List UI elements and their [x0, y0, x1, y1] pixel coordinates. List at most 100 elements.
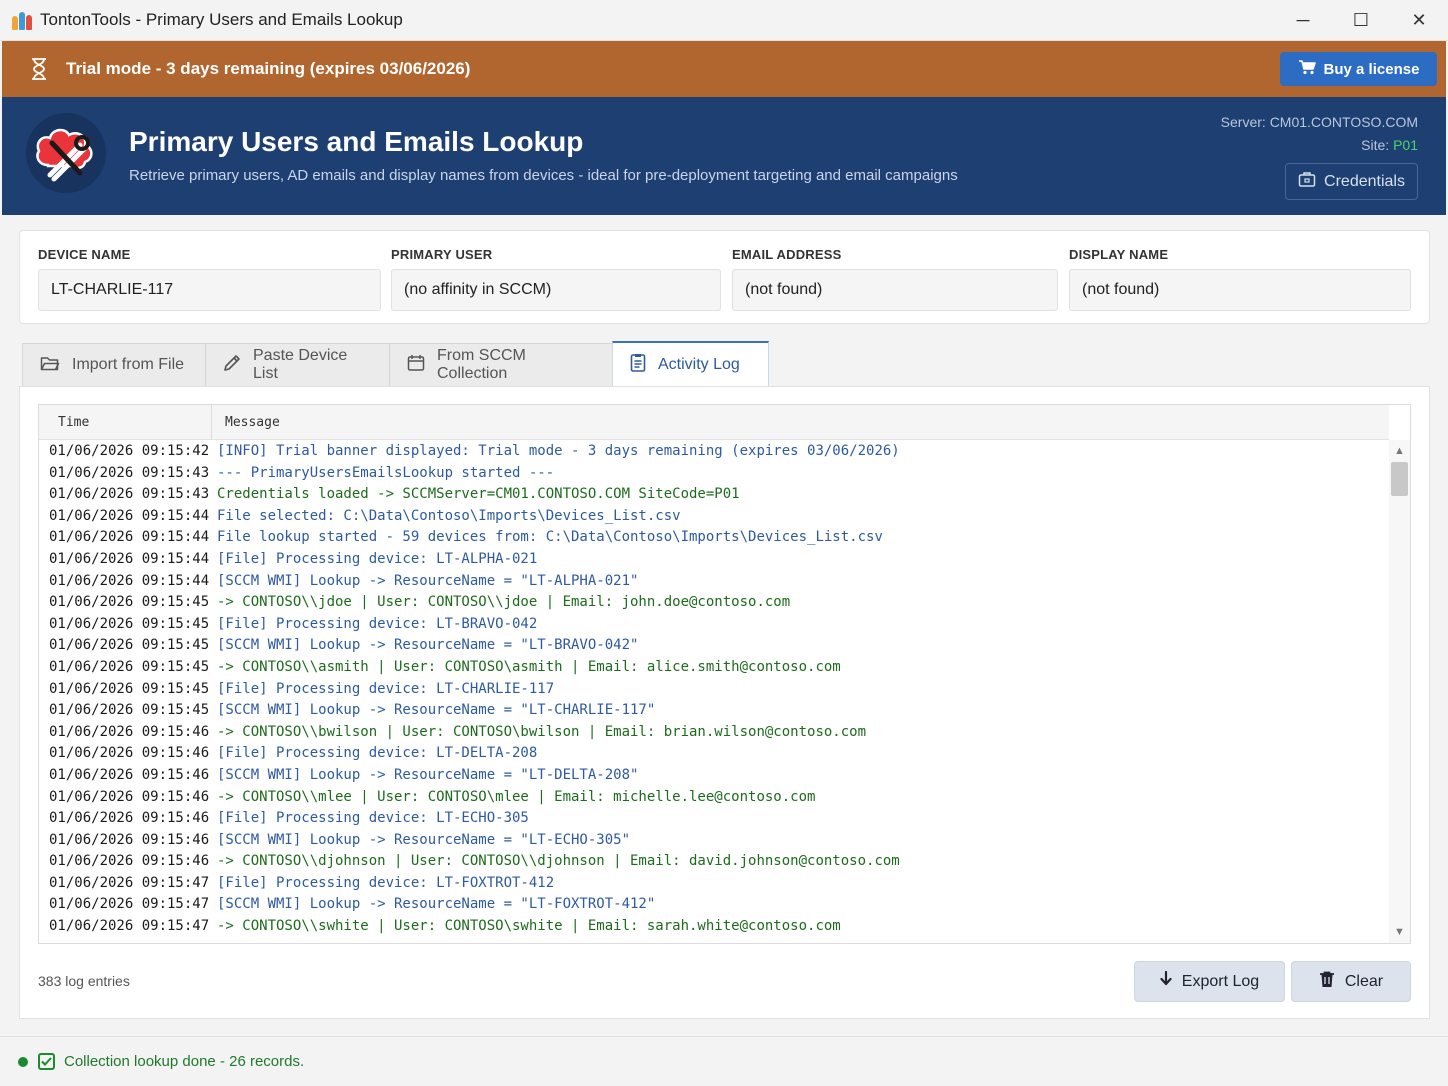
- log-message: -> CONTOSO\\swhite | User: CONTOSO\swhit…: [217, 918, 841, 935]
- trial-text: Trial mode - 3 days remaining (expires 0…: [66, 59, 471, 78]
- log-time: 01/06/2026 09:15:44: [49, 529, 210, 546]
- primary-user-value[interactable]: (no affinity in SCCM): [391, 269, 721, 311]
- page-subtitle: Retrieve primary users, AD emails and di…: [129, 167, 958, 184]
- log-row[interactable]: 01/06/2026 09:15:44 File lookup started -…: [39, 527, 1389, 549]
- log-message: [INFO] Trial banner displayed: Trial mod…: [217, 443, 900, 459]
- cart-icon: [1298, 59, 1316, 79]
- log-row[interactable]: 01/06/2026 09:15:42 [INFO] Trial banner d…: [39, 441, 1389, 463]
- log-time: 01/06/2026 09:15:44: [49, 507, 210, 524]
- log-row[interactable]: 01/06/2026 09:15:43 Credentials loaded ->…: [39, 484, 1389, 506]
- log-message: -> CONTOSO\\bwilson | User: CONTOSO\bwil…: [217, 723, 867, 740]
- minimize-button[interactable]: ─: [1274, 0, 1332, 41]
- log-grid-header: Time Message: [39, 405, 1389, 440]
- log-row[interactable]: 01/06/2026 09:15:47 -> CONTOSO\\swhite | …: [39, 916, 1389, 938]
- time-column-header[interactable]: Time: [39, 405, 212, 440]
- credentials-button[interactable]: Credentials: [1285, 163, 1418, 200]
- log-time: 01/06/2026 09:15:46: [49, 810, 210, 827]
- log-row[interactable]: 01/06/2026 09:15:43 --- PrimaryUsersEmail…: [39, 463, 1389, 485]
- log-row[interactable]: 01/06/2026 09:15:46 [File] Processing dev…: [39, 743, 1389, 765]
- email-address-label: EMAIL ADDRESS: [732, 247, 842, 262]
- maximize-button[interactable]: ☐: [1332, 0, 1390, 41]
- log-row[interactable]: 01/06/2026 09:15:46 [SCCM WMI] Lookup ->…: [39, 830, 1389, 852]
- log-rows: 01/06/2026 09:15:42 [INFO] Trial banner d…: [39, 441, 1389, 938]
- log-time: 01/06/2026 09:15:45: [49, 680, 210, 697]
- log-row[interactable]: 01/06/2026 09:15:45 -> CONTOSO\\jdoe | Us…: [39, 592, 1389, 614]
- clear-button[interactable]: Clear: [1291, 961, 1411, 1002]
- scrollbar-thumb[interactable]: [1391, 462, 1408, 496]
- log-message: File lookup started - 59 devices from: C…: [217, 529, 883, 546]
- app-icon: [12, 10, 32, 30]
- log-row[interactable]: 01/06/2026 09:15:47 [File] Processing dev…: [39, 873, 1389, 895]
- calendar-icon: [407, 354, 425, 377]
- log-row[interactable]: 01/06/2026 09:15:47 [SCCM WMI] Lookup ->…: [39, 894, 1389, 916]
- log-time: 01/06/2026 09:15:45: [49, 637, 210, 654]
- log-message: [SCCM WMI] Lookup -> ResourceName = "LT-…: [217, 572, 639, 589]
- tab-import-from-file[interactable]: Import from File: [22, 343, 206, 386]
- log-row[interactable]: 01/06/2026 09:15:45 [SCCM WMI] Lookup ->…: [39, 700, 1389, 722]
- tab-strip: Import from File Paste Device List From …: [22, 341, 769, 386]
- log-row[interactable]: 01/06/2026 09:15:44 [File] Processing dev…: [39, 549, 1389, 571]
- site-label: Site:: [1361, 137, 1390, 153]
- scroll-up-icon[interactable]: ▲: [1389, 442, 1410, 460]
- title-bar: TontonTools - Primary Users and Emails L…: [0, 0, 1448, 41]
- log-time: 01/06/2026 09:15:46: [49, 831, 210, 848]
- log-message: -> CONTOSO\\jdoe | User: CONTOSO\\jdoe |…: [217, 594, 791, 611]
- log-row[interactable]: 01/06/2026 09:15:45 [File] Processing dev…: [39, 679, 1389, 701]
- checkbox-checked-icon: [38, 1053, 55, 1070]
- log-message: File selected: C:\Data\Contoso\Imports\D…: [217, 507, 681, 524]
- log-row[interactable]: 01/06/2026 09:15:45 [SCCM WMI] Lookup ->…: [39, 635, 1389, 657]
- log-message: --- PrimaryUsersEmailsLookup started ---: [217, 464, 555, 481]
- log-time: 01/06/2026 09:15:46: [49, 853, 210, 870]
- log-message: -> CONTOSO\\asmith | User: CONTOSO\asmit…: [217, 658, 841, 675]
- tab-from-sccm-collection[interactable]: From SCCM Collection: [389, 343, 613, 386]
- log-row[interactable]: 01/06/2026 09:15:45 -> CONTOSO\\asmith | …: [39, 657, 1389, 679]
- status-dot-icon: [18, 1056, 28, 1067]
- email-address-field: EMAIL ADDRESS (not found): [732, 247, 1058, 311]
- page-title: Primary Users and Emails Lookup: [129, 126, 584, 157]
- credentials-label: Credentials: [1324, 172, 1405, 190]
- trash-icon: [1319, 971, 1335, 993]
- log-message: [SCCM WMI] Lookup -> ResourceName = "LT-…: [217, 896, 656, 913]
- export-log-label: Export Log: [1181, 972, 1260, 990]
- primary-user-label: PRIMARY USER: [391, 247, 493, 262]
- log-message: [File] Processing device: LT-CHARLIE-117: [217, 680, 555, 697]
- tab-activity-log[interactable]: Activity Log: [612, 341, 769, 386]
- message-column-header[interactable]: Message: [225, 405, 280, 440]
- scroll-down-icon[interactable]: ▼: [1389, 923, 1410, 941]
- server-label: Server:: [1220, 114, 1266, 130]
- tab-label: From SCCM Collection: [437, 347, 526, 382]
- log-row[interactable]: 01/06/2026 09:15:44 File selected: C:\Dat…: [39, 506, 1389, 528]
- log-row[interactable]: 01/06/2026 09:15:45 [File] Processing dev…: [39, 614, 1389, 636]
- tab-paste-device-list[interactable]: Paste Device List: [205, 343, 390, 386]
- log-grid[interactable]: Time Message 01/06/2026 09:15:42 [INFO] T…: [38, 404, 1411, 944]
- email-address-value[interactable]: (not found): [732, 269, 1058, 311]
- log-message: [File] Processing device: LT-FOXTROT-412: [217, 874, 555, 891]
- close-button[interactable]: ✕: [1390, 0, 1448, 41]
- export-log-button[interactable]: Export Log: [1134, 961, 1285, 1002]
- log-row[interactable]: 01/06/2026 09:15:44 [SCCM WMI] Lookup ->…: [39, 571, 1389, 593]
- vertical-scrollbar[interactable]: ▲ ▼: [1389, 440, 1410, 943]
- device-name-value[interactable]: LT-CHARLIE-117: [38, 269, 381, 311]
- trial-banner: Trial mode - 3 days remaining (expires 0…: [2, 41, 1446, 97]
- display-name-label: DISPLAY NAME: [1069, 247, 1169, 262]
- log-row[interactable]: 01/06/2026 09:15:46 -> CONTOSO\\djohnson …: [39, 851, 1389, 873]
- log-time: 01/06/2026 09:15:45: [49, 594, 210, 611]
- log-time: 01/06/2026 09:15:47: [49, 918, 210, 935]
- site-info: Site: P01: [1361, 137, 1418, 153]
- log-row[interactable]: 01/06/2026 09:15:46 [File] Processing dev…: [39, 808, 1389, 830]
- display-name-value[interactable]: (not found): [1069, 269, 1411, 311]
- log-row[interactable]: 01/06/2026 09:15:46 -> CONTOSO\\bwilson |…: [39, 722, 1389, 744]
- log-time: 01/06/2026 09:15:43: [49, 486, 210, 503]
- app-header: Primary Users and Emails Lookup Retrieve…: [2, 97, 1446, 215]
- status-bar: Collection lookup done - 26 records.: [0, 1036, 1448, 1086]
- tab-label: Paste Device List: [253, 347, 348, 382]
- download-icon: [1160, 970, 1172, 992]
- log-row[interactable]: 01/06/2026 09:15:46 [SCCM WMI] Lookup ->…: [39, 765, 1389, 787]
- log-time: 01/06/2026 09:15:45: [49, 658, 210, 675]
- log-row[interactable]: 01/06/2026 09:15:46 -> CONTOSO\\mlee | Us…: [39, 787, 1389, 809]
- activity-log-panel: Time Message 01/06/2026 09:15:42 [INFO] T…: [19, 386, 1430, 1019]
- buy-license-button[interactable]: Buy a license: [1280, 52, 1437, 86]
- log-message: [SCCM WMI] Lookup -> ResourceName = "LT-…: [217, 637, 639, 654]
- tab-label: Import from File: [72, 356, 185, 373]
- device-details-card: DEVICE NAME LT-CHARLIE-117 PRIMARY USER …: [19, 230, 1430, 324]
